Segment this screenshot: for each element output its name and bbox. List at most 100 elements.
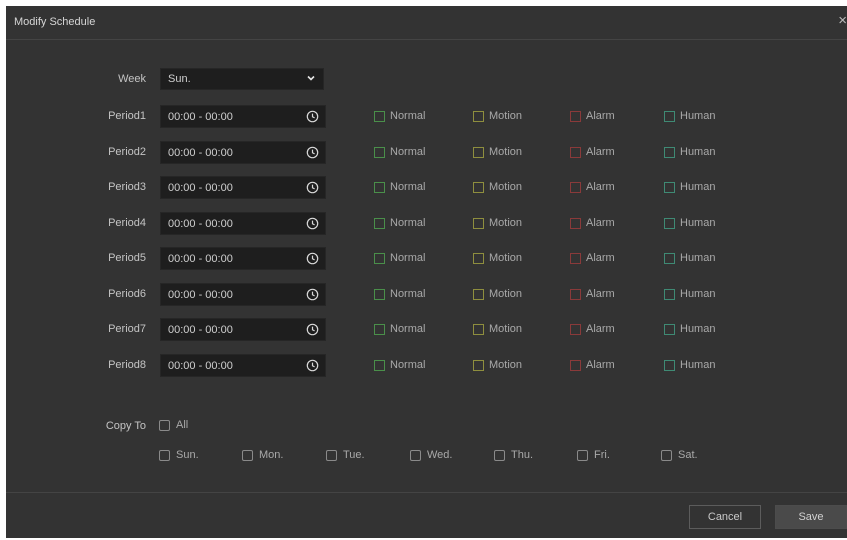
period6-normal-checkbox[interactable]: Normal [374, 287, 425, 301]
period-label: Period4 [108, 217, 146, 229]
clock-icon[interactable] [306, 110, 319, 123]
motion-label: Motion [489, 252, 523, 264]
period4-time-input[interactable]: 00:00 - 00:00 [160, 212, 326, 235]
copy-to-day-checkbox[interactable]: Sun. [159, 448, 199, 462]
clock-icon[interactable] [306, 217, 319, 230]
dialog-title: Modify Schedule [14, 16, 96, 28]
checkbox-box [159, 419, 170, 431]
clock-icon[interactable] [306, 359, 319, 372]
copy-to-day-label: Tue. [343, 449, 365, 461]
clock-icon[interactable] [306, 146, 319, 159]
period2-human-checkbox[interactable]: Human [664, 145, 715, 159]
period4-human-checkbox[interactable]: Human [664, 216, 715, 230]
period1-alarm-checkbox[interactable]: Alarm [570, 109, 615, 123]
period3-time-input[interactable]: 00:00 - 00:00 [160, 176, 326, 199]
alarm-label: Alarm [586, 146, 615, 158]
human-label: Human [680, 288, 716, 300]
period5-motion-checkbox[interactable]: Motion [473, 251, 522, 265]
alarm-label: Alarm [586, 323, 615, 335]
clock-icon[interactable] [306, 252, 319, 265]
period5-human-checkbox[interactable]: Human [664, 251, 715, 265]
period3-motion-checkbox[interactable]: Motion [473, 180, 522, 194]
motion-label: Motion [489, 359, 523, 371]
period-label: Period8 [108, 359, 146, 371]
period6-motion-checkbox[interactable]: Motion [473, 287, 522, 301]
checkbox-box [570, 323, 581, 335]
period7-motion-checkbox[interactable]: Motion [473, 322, 522, 336]
period3-alarm-checkbox[interactable]: Alarm [570, 180, 615, 194]
checkbox-box [374, 252, 385, 264]
period2-normal-checkbox[interactable]: Normal [374, 145, 425, 159]
period-time-value: 00:00 - 00:00 [168, 218, 233, 230]
checkbox-box [374, 359, 385, 371]
normal-label: Normal [390, 359, 426, 371]
motion-label: Motion [489, 288, 523, 300]
period3-human-checkbox[interactable]: Human [664, 180, 715, 194]
period6-time-input[interactable]: 00:00 - 00:00 [160, 283, 326, 306]
copy-to-all-checkbox[interactable]: All [159, 418, 188, 432]
clock-icon[interactable] [306, 323, 319, 336]
checkbox-box [473, 288, 484, 300]
alarm-label: Alarm [586, 217, 615, 229]
copy-to-day-checkbox[interactable]: Thu. [494, 448, 533, 462]
close-icon[interactable]: × [838, 11, 847, 31]
period6-human-checkbox[interactable]: Human [664, 287, 715, 301]
normal-label: Normal [390, 146, 426, 158]
period-label: Period6 [108, 288, 146, 300]
period1-human-checkbox[interactable]: Human [664, 109, 715, 123]
copy-to-day-checkbox[interactable]: Mon. [242, 448, 283, 462]
period8-alarm-checkbox[interactable]: Alarm [570, 358, 615, 372]
period-time-value: 00:00 - 00:00 [168, 182, 233, 194]
cancel-button[interactable]: Cancel [689, 505, 761, 529]
checkbox-box [577, 449, 588, 461]
period8-time-input[interactable]: 00:00 - 00:00 [160, 354, 326, 377]
normal-label: Normal [390, 217, 426, 229]
copy-to-day-checkbox[interactable]: Wed. [410, 448, 452, 462]
checkbox-box [664, 181, 675, 193]
period1-time-input[interactable]: 00:00 - 00:00 [160, 105, 326, 128]
period-time-value: 00:00 - 00:00 [168, 324, 233, 336]
checkbox-box [664, 146, 675, 158]
period8-motion-checkbox[interactable]: Motion [473, 358, 522, 372]
save-button[interactable]: Save [775, 505, 847, 529]
period8-normal-checkbox[interactable]: Normal [374, 358, 425, 372]
period5-normal-checkbox[interactable]: Normal [374, 251, 425, 265]
checkbox-box [410, 449, 421, 461]
period4-motion-checkbox[interactable]: Motion [473, 216, 522, 230]
period4-normal-checkbox[interactable]: Normal [374, 216, 425, 230]
period6-alarm-checkbox[interactable]: Alarm [570, 287, 615, 301]
period7-alarm-checkbox[interactable]: Alarm [570, 322, 615, 336]
checkbox-box [473, 359, 484, 371]
period8-human-checkbox[interactable]: Human [664, 358, 715, 372]
period3-normal-checkbox[interactable]: Normal [374, 180, 425, 194]
copy-to-day-checkbox[interactable]: Sat. [661, 448, 698, 462]
period7-time-input[interactable]: 00:00 - 00:00 [160, 318, 326, 341]
checkbox-box [473, 323, 484, 335]
period5-time-input[interactable]: 00:00 - 00:00 [160, 247, 326, 270]
period1-motion-checkbox[interactable]: Motion [473, 109, 522, 123]
clock-icon[interactable] [306, 181, 319, 194]
checkbox-box [570, 288, 581, 300]
period7-human-checkbox[interactable]: Human [664, 322, 715, 336]
period4-alarm-checkbox[interactable]: Alarm [570, 216, 615, 230]
week-select[interactable]: Sun. [160, 68, 324, 90]
normal-label: Normal [390, 288, 426, 300]
checkbox-box [473, 110, 484, 122]
checkbox-box [374, 217, 385, 229]
alarm-label: Alarm [586, 288, 615, 300]
motion-label: Motion [489, 217, 523, 229]
period5-alarm-checkbox[interactable]: Alarm [570, 251, 615, 265]
period2-time-input[interactable]: 00:00 - 00:00 [160, 141, 326, 164]
period7-normal-checkbox[interactable]: Normal [374, 322, 425, 336]
period-time-value: 00:00 - 00:00 [168, 111, 233, 123]
checkbox-box [664, 323, 675, 335]
copy-to-day-checkbox[interactable]: Fri. [577, 448, 610, 462]
copy-to-day-checkbox[interactable]: Tue. [326, 448, 365, 462]
period2-motion-checkbox[interactable]: Motion [473, 145, 522, 159]
period1-normal-checkbox[interactable]: Normal [374, 109, 425, 123]
period2-alarm-checkbox[interactable]: Alarm [570, 145, 615, 159]
period-time-value: 00:00 - 00:00 [168, 360, 233, 372]
period-label: Period5 [108, 252, 146, 264]
checkbox-box [494, 449, 505, 461]
clock-icon[interactable] [306, 288, 319, 301]
